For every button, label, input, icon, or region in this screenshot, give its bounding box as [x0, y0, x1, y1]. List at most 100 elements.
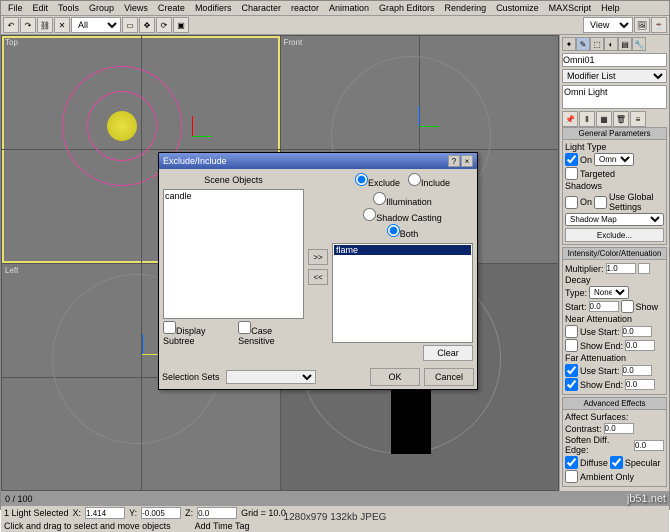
scale-icon[interactable]: ▣: [173, 17, 189, 33]
scene-objects-label: Scene Objects: [163, 173, 304, 187]
unlink-icon[interactable]: ✕: [54, 17, 70, 33]
object-name-field[interactable]: [562, 53, 667, 67]
include-radio[interactable]: Include: [408, 173, 450, 188]
rollout-header[interactable]: General Parameters: [563, 128, 666, 140]
move-gizmo[interactable]: [172, 116, 212, 156]
menu-tools[interactable]: Tools: [54, 2, 83, 14]
prompt-text: Click and drag to select and move object…: [4, 521, 171, 531]
menu-create[interactable]: Create: [154, 2, 189, 14]
rollout-header[interactable]: Intensity/Color/Attenuation: [563, 248, 666, 260]
menu-edit[interactable]: Edit: [29, 2, 53, 14]
exclude-button[interactable]: Exclude...: [565, 228, 664, 242]
move-right-button[interactable]: >>: [308, 249, 328, 265]
shadow-casting-radio[interactable]: Shadow Casting: [363, 208, 442, 223]
modifier-stack[interactable]: Omni Light: [562, 85, 667, 109]
coord-y[interactable]: [141, 507, 181, 519]
list-item[interactable]: flame: [334, 245, 471, 255]
move-gizmo[interactable]: [122, 334, 162, 374]
cancel-button[interactable]: Cancel: [424, 368, 474, 386]
label: Light Type: [565, 142, 664, 152]
grid-status: Grid = 10.0: [241, 508, 286, 518]
tab-display-icon[interactable]: ▤: [618, 37, 632, 51]
shadow-map-select[interactable]: Shadow Map: [565, 213, 664, 226]
menu-views[interactable]: Views: [120, 2, 152, 14]
selection-sets-dropdown[interactable]: [226, 370, 316, 384]
display-subtree-check[interactable]: Display Subtree: [163, 321, 232, 346]
menu-grapheditors[interactable]: Graph Editors: [375, 2, 439, 14]
scene-objects-list[interactable]: candle: [163, 189, 304, 319]
case-sensitive-check[interactable]: Case Sensitive: [238, 321, 304, 346]
time-slider[interactable]: 0 / 100: [1, 492, 669, 506]
modifier-list[interactable]: Modifier List: [562, 69, 667, 83]
both-radio[interactable]: Both: [387, 224, 419, 239]
undo-icon[interactable]: ↶: [3, 17, 19, 33]
tab-hierarchy-icon[interactable]: ⬚: [590, 37, 604, 51]
omni-center: [107, 111, 137, 141]
menu-maxscript[interactable]: MAXScript: [545, 2, 596, 14]
light-type-select[interactable]: Omni: [594, 153, 634, 166]
select-icon[interactable]: ▭: [122, 17, 138, 33]
tab-create-icon[interactable]: ✦: [562, 37, 576, 51]
multiplier-field: Multiplier:: [565, 263, 664, 274]
remove-mod-icon[interactable]: 🗑: [613, 111, 629, 127]
decay-type: Type:None: [565, 286, 664, 299]
clear-button[interactable]: Clear: [423, 345, 473, 361]
menu-character[interactable]: Character: [237, 2, 285, 14]
rollout-advanced: Advanced Effects Affect Surfaces: Contra…: [562, 397, 667, 487]
menu-rendering[interactable]: Rendering: [441, 2, 491, 14]
stack-tools: 📌 Ⅱ ▦ 🗑 ≡: [562, 111, 667, 127]
color-swatch[interactable]: [638, 263, 650, 274]
menu-help[interactable]: Help: [597, 2, 624, 14]
render-icon[interactable]: 🖼: [634, 17, 650, 33]
targeted-check[interactable]: Targeted: [565, 167, 664, 180]
viewport-label: Left: [5, 266, 18, 275]
global-settings-check[interactable]: [594, 196, 607, 209]
move-icon[interactable]: ✥: [139, 17, 155, 33]
rollout-general: General Parameters Light Type On Omni Ta…: [562, 127, 667, 245]
excluded-list[interactable]: flame: [332, 243, 473, 343]
label: Affect Surfaces:: [565, 412, 664, 422]
label: Shadows: [565, 181, 664, 191]
ok-button[interactable]: OK: [370, 368, 420, 386]
illumination-radio[interactable]: Illumination: [373, 192, 432, 207]
command-panel: ✦ ✎ ⬚ ◐ ▤ 🔧 Modifier List Omni Light 📌 Ⅱ…: [559, 35, 669, 491]
rollout-header[interactable]: Advanced Effects: [563, 398, 666, 410]
move-gizmo[interactable]: [399, 106, 439, 146]
coord-x[interactable]: [85, 507, 125, 519]
selection-status: 1 Light Selected: [4, 508, 69, 518]
dialog-titlebar[interactable]: Exclude/Include ? ×: [159, 153, 477, 169]
link-icon[interactable]: ⛓: [37, 17, 53, 33]
main-toolbar: ↶ ↷ ⛓ ✕ All ▭ ✥ ⟳ ▣ View 🖼 ☕: [1, 16, 669, 35]
teapot-icon[interactable]: ☕: [651, 17, 667, 33]
configure-icon[interactable]: ≡: [630, 111, 646, 127]
unique-icon[interactable]: ▦: [596, 111, 612, 127]
menu-group[interactable]: Group: [85, 2, 118, 14]
exclude-radio[interactable]: Exclude: [355, 173, 400, 188]
redo-icon[interactable]: ↷: [20, 17, 36, 33]
watermark: jb51.net: [627, 493, 666, 505]
viewport-label: Top: [5, 38, 18, 47]
help-icon[interactable]: ?: [448, 155, 460, 167]
light-on-check[interactable]: On Omni: [565, 153, 664, 166]
rotate-icon[interactable]: ⟳: [156, 17, 172, 33]
ref-coord[interactable]: View: [583, 17, 633, 33]
coord-z[interactable]: [197, 507, 237, 519]
add-time-tag[interactable]: Add Time Tag: [195, 521, 250, 531]
viewport-label: Front: [284, 38, 303, 47]
close-icon[interactable]: ×: [461, 155, 473, 167]
menu-file[interactable]: File: [4, 2, 27, 14]
menu-reactor[interactable]: reactor: [287, 2, 323, 14]
menu-animation[interactable]: Animation: [325, 2, 373, 14]
transfer-buttons: >> <<: [308, 173, 328, 361]
list-item[interactable]: candle: [165, 191, 302, 201]
pin-stack-icon[interactable]: 📌: [562, 111, 578, 127]
shadows-on-check[interactable]: On Use Global Settings: [565, 192, 664, 212]
tab-utilities-icon[interactable]: 🔧: [632, 37, 646, 51]
menu-modifiers[interactable]: Modifiers: [191, 2, 236, 14]
selection-filter[interactable]: All: [71, 17, 121, 33]
tab-motion-icon[interactable]: ◐: [604, 37, 618, 51]
tab-modify-icon[interactable]: ✎: [576, 37, 590, 51]
menu-customize[interactable]: Customize: [492, 2, 543, 14]
show-end-icon[interactable]: Ⅱ: [579, 111, 595, 127]
move-left-button[interactable]: <<: [308, 269, 328, 285]
